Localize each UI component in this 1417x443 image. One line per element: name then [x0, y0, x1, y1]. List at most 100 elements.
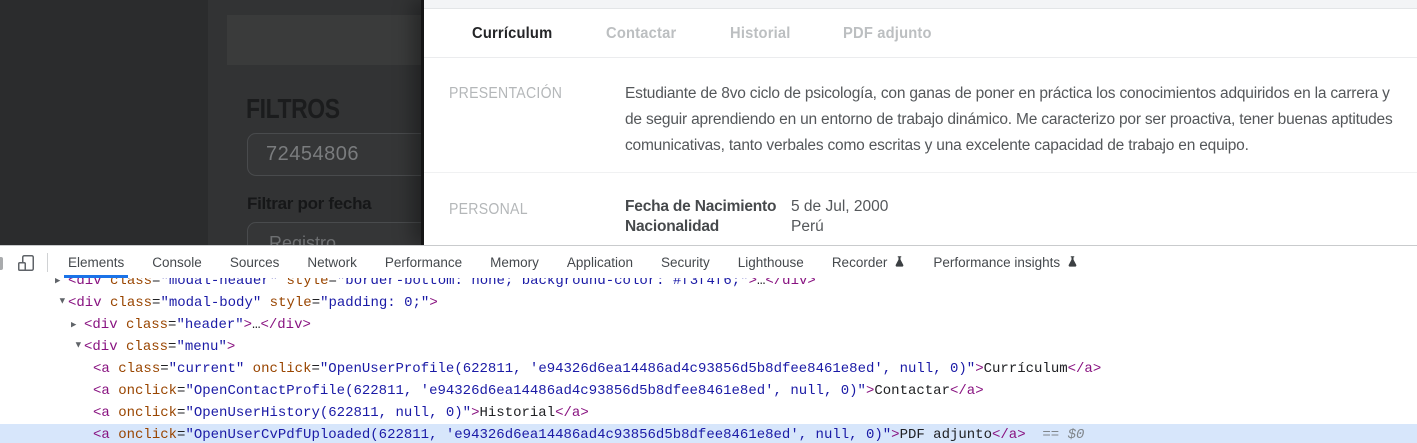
profile-tab-pdf-adjunto[interactable]: PDF adjunto [843, 25, 932, 43]
code-selector-hint: == $0 [1026, 427, 1085, 443]
code-tag: </a> [992, 427, 1026, 443]
code-value: "current" [169, 361, 245, 377]
code-text [118, 317, 126, 333]
section-divider [424, 172, 1417, 173]
devtools-tab-performance[interactable]: Performance [371, 247, 476, 278]
devtools-tab-elements[interactable]: Elements [54, 247, 138, 278]
devtools-tab-lighthouse[interactable]: Lighthouse [724, 247, 818, 278]
code-line-selected[interactable]: <a onclick="OpenUserCvPdfUploaded(622811… [0, 424, 1417, 443]
filters-title: FILTROS [246, 93, 340, 125]
code-tag: <div [68, 278, 102, 289]
dni-search-input[interactable]: 72454806 [247, 133, 424, 176]
code-text: Contactar [874, 383, 950, 399]
experiment-flask-icon [892, 255, 905, 271]
devtools-toolbar: Elements ConsoleSources Network Performance… [0, 247, 1417, 278]
code-attribute: class [126, 339, 168, 355]
profile-tab-contactar[interactable]: Contactar [606, 25, 676, 43]
devtools-tab-label: Performance insights [933, 255, 1060, 270]
code-line[interactable]: <a class="current" onclick="OpenUserProf… [0, 358, 1417, 380]
personal-field-row: NacionalidadPerú [625, 217, 888, 237]
code-value: "border-bottom: none; background-color: … [337, 278, 749, 289]
date-filter-label: Filtrar por fecha [247, 194, 371, 214]
collapse-arrow-icon[interactable]: ▶ [67, 342, 89, 355]
devtools-tab-label: Elements [68, 255, 124, 270]
code-line[interactable]: ▶<div class="modal-body" style="padding:… [0, 292, 1417, 314]
code-text [244, 361, 252, 377]
devtools-tab-label: Application [567, 255, 633, 270]
expand-arrow-icon[interactable]: ▶ [55, 278, 68, 292]
code-text: = [311, 361, 319, 377]
code-text: = [328, 278, 336, 289]
candidate-profile-modal: CurrículumContactarHistorialPDF adjunto … [421, 0, 1417, 245]
devtools-tab-recorder[interactable]: Recorder [818, 247, 920, 278]
code-line[interactable]: <a onclick="OpenUserHistory(622811, null… [0, 402, 1417, 424]
code-value: "OpenUserProfile(622811, 'e94326d6ea1448… [320, 361, 975, 377]
code-tag: <a [93, 383, 110, 399]
code-text: Historial [480, 405, 556, 421]
device-toolbar-icon[interactable] [9, 250, 43, 276]
code-attribute: class [118, 361, 160, 377]
code-tag: </div> [765, 278, 815, 289]
code-value: "padding: 0;" [320, 295, 429, 311]
code-attribute: class [110, 295, 152, 311]
code-tag: </div> [260, 317, 310, 333]
code-value: "modal-header" [160, 278, 278, 289]
presentation-text: Estudiante de 8vo ciclo de psicología, c… [625, 81, 1403, 159]
date-filter-value: Registro [269, 233, 336, 245]
field-value: Perú [791, 217, 824, 237]
code-tag: > [429, 295, 437, 311]
devtools-tab-label: Recorder [832, 255, 888, 270]
code-text: = [160, 361, 168, 377]
code-tag: > [227, 339, 235, 355]
code-value: "modal-body" [160, 295, 261, 311]
devtools-tab-security[interactable]: Security [647, 247, 724, 278]
code-attribute: style [286, 278, 328, 289]
code-value: "header" [176, 317, 243, 333]
dni-search-value: 72454806 [266, 143, 359, 165]
code-tag: </a> [950, 383, 984, 399]
code-attribute: onclick [118, 405, 177, 421]
devtools-tab-application[interactable]: Application [553, 247, 647, 278]
presentation-section-label: PRESENTACIÓN [449, 85, 562, 103]
devtools-tab-performance-insights[interactable]: Performance insights [919, 247, 1092, 278]
expand-arrow-icon[interactable]: ▶ [71, 314, 84, 336]
code-tag: <div [84, 317, 118, 333]
code-line[interactable]: ▶<div class="header">…</div> [0, 314, 1417, 336]
code-text: = [312, 295, 320, 311]
field-name: Fecha de Nacimiento [625, 197, 791, 217]
code-attribute: class [126, 317, 168, 333]
code-tag: > [244, 317, 252, 333]
code-tag: > [975, 361, 983, 377]
code-text [110, 405, 118, 421]
filters-panel-header [227, 15, 424, 65]
devtools-tab-label: Network [307, 255, 357, 270]
code-attribute: onclick [253, 361, 312, 377]
code-value: "OpenContactProfile(622811, 'e94326d6ea1… [185, 383, 866, 399]
tabs-divider [424, 57, 1417, 58]
profile-tab-historial[interactable]: Historial [730, 25, 791, 43]
date-filter-select[interactable]: Registro [247, 222, 424, 245]
code-value: "OpenUserHistory(622811, null, 0)" [185, 405, 471, 421]
code-tag: > [749, 278, 757, 289]
devtools-tab-network[interactable]: Network [293, 247, 371, 278]
code-text [118, 339, 126, 355]
code-text [261, 295, 269, 311]
field-value: 5 de Jul, 2000 [791, 197, 888, 217]
elements-tree[interactable]: ▶<div class="modal-header" style="border… [0, 278, 1417, 443]
inspect-icon-fragment[interactable] [0, 257, 3, 270]
devtools-tab-console[interactable]: Console [138, 247, 216, 278]
devtools-tab-memory[interactable]: Memory [476, 247, 553, 278]
modal-backdrop[interactable] [0, 0, 208, 245]
devtools-tab-sources[interactable]: Sources [216, 247, 294, 278]
code-attribute: style [270, 295, 312, 311]
code-line[interactable]: <a onclick="OpenContactProfile(622811, '… [0, 380, 1417, 402]
code-tag: </a> [1068, 361, 1102, 377]
code-line[interactable]: ▶<div class="menu"> [0, 336, 1417, 358]
code-attribute: onclick [118, 383, 177, 399]
code-text: Currículum [984, 361, 1068, 377]
code-text [110, 383, 118, 399]
code-value: "OpenUserCvPdfUploaded(622811, 'e94326d6… [185, 427, 891, 443]
collapse-arrow-icon[interactable]: ▶ [51, 298, 73, 311]
code-line[interactable]: ▶<div class="modal-header" style="border… [0, 278, 1417, 292]
profile-tab-currículum[interactable]: Currículum [472, 25, 552, 43]
